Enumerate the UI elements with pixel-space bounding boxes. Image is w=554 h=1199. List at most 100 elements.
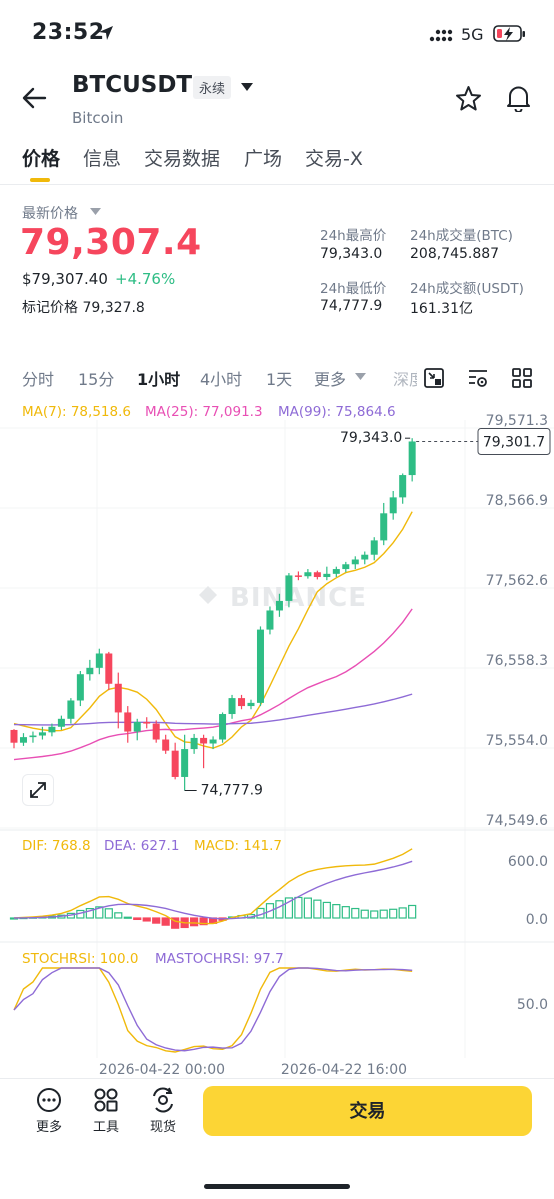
spot-label: 现货 [149, 1120, 176, 1135]
more-label: 更多 [35, 1120, 62, 1135]
network-type: 5G [461, 25, 484, 44]
macd-histogram-bar [190, 917, 199, 927]
symbol-dropdown-icon[interactable] [240, 82, 254, 92]
tab-info[interactable]: 信息 [83, 144, 121, 171]
latest-price-label[interactable]: 最新价格 [22, 203, 78, 223]
candle-body [152, 723, 160, 740]
candle-body [105, 653, 113, 684]
fullscreen-button[interactable] [22, 774, 54, 806]
tools-label: 工具 [92, 1120, 119, 1135]
candle-body [238, 698, 246, 707]
usd-price: $79,307.40 [22, 270, 108, 288]
candle-body [389, 497, 397, 514]
latest-price-dropdown-icon[interactable] [90, 208, 101, 216]
favorite-star-icon[interactable] [455, 85, 482, 112]
candle-body [294, 575, 302, 577]
macd-histogram-bar [123, 916, 132, 919]
interval-depth[interactable]: 深度 [393, 366, 417, 390]
candle-body [181, 749, 189, 777]
interval-1d[interactable]: 1天 [266, 366, 292, 390]
candle-body [86, 667, 94, 675]
macd-histogram-bar [341, 906, 350, 919]
ma-lines [13, 511, 413, 761]
candle-body [114, 683, 122, 713]
candle-body [10, 729, 18, 743]
candle-body [256, 629, 264, 703]
candle-body [171, 750, 179, 777]
more-dropdown-icon[interactable] [355, 373, 366, 381]
macd-tick-label: 0.0 [526, 912, 548, 928]
tab-trading-data[interactable]: 交易数据 [144, 144, 220, 171]
macd-histogram-bar [370, 910, 379, 919]
candle-body [38, 732, 46, 736]
interval-1h[interactable]: 1小时 [137, 366, 180, 390]
watermark-logo [199, 586, 217, 604]
tools-button[interactable]: 工具 [84, 1087, 128, 1135]
candle-body [67, 700, 75, 719]
macd-panel: 600.0 0.0 [9, 848, 548, 929]
interval-more[interactable]: 更多 [314, 366, 346, 390]
trade-button[interactable]: 交易 [203, 1086, 532, 1136]
interval-4h[interactable]: 4小时 [200, 366, 242, 390]
spot-button[interactable]: 现货 [141, 1087, 185, 1135]
tools-grid-icon [94, 1088, 118, 1112]
candle-body [95, 653, 103, 668]
mastochrsi-legend: MASTOCHRSI: 97.7 [155, 951, 284, 967]
layout-grid-icon[interactable] [511, 367, 533, 389]
time-axis-label: 2026-04-22 16:00 [281, 1062, 407, 1075]
back-arrow-icon[interactable] [22, 86, 48, 110]
candle-body [361, 554, 369, 560]
more-button[interactable]: 更多 [27, 1087, 71, 1135]
interval-15m[interactable]: 15分 [78, 366, 114, 390]
candle-body [304, 572, 312, 577]
macd-histogram-bar [351, 907, 360, 919]
status-bar: 23:52 5G [0, 0, 554, 70]
candle-body [275, 600, 283, 611]
symbol-title[interactable]: BTCUSDT [72, 72, 192, 98]
indicator-settings-icon[interactable] [467, 367, 489, 389]
current-price-label: 79,301.7 [483, 434, 545, 450]
chart-type-icon[interactable] [423, 367, 445, 389]
dea-legend: DEA: 627.1 [104, 838, 180, 854]
low-marker-label: 74,777.9 [201, 782, 263, 798]
tab-square[interactable]: 广场 [244, 144, 282, 171]
expand-icon [30, 782, 46, 798]
notification-bell-icon[interactable] [505, 84, 532, 112]
macd-histogram-bar [142, 917, 151, 922]
stochrsi-panel: 50.0 [13, 967, 548, 1053]
candle-body [219, 714, 227, 740]
location-arrow-icon [99, 26, 113, 40]
candle-body [228, 698, 236, 715]
macd-histogram-bar [161, 917, 170, 926]
interval-bar: 分时 15分 1小时 4小时 1天 更多 深度 [0, 366, 554, 392]
mastochrsi-line [13, 967, 413, 1052]
macd-histogram-bar [294, 896, 303, 919]
macd-histogram-bar [114, 912, 123, 919]
interval-time[interactable]: 分时 [22, 366, 54, 390]
price-tick-label: 76,558.3 [486, 653, 548, 669]
candle-body [380, 513, 388, 541]
volume-btc-value: 208,745.887 [410, 246, 500, 262]
candle-body [266, 610, 274, 630]
candle-body [48, 726, 56, 733]
candle-body [57, 718, 65, 727]
tab-price[interactable]: 价格 [22, 144, 60, 171]
low-24h-label: 24h最低价 [320, 281, 387, 297]
macd-histogram-bar [104, 908, 113, 919]
high-marker-label: 79,343.0 [340, 430, 402, 446]
volume-usdt-label: 24h成交额(USDT) [410, 281, 524, 297]
macd-histogram-bar [360, 909, 369, 919]
candle-body [133, 721, 141, 732]
stochrsi-line [13, 967, 413, 1053]
last-price: 79,307.4 [20, 222, 202, 263]
high-24h-label: 24h最高价 [320, 228, 387, 244]
macd-histogram-bar [408, 904, 417, 919]
macd-histogram-bar [398, 907, 407, 919]
price-tick-label: 74,549.6 [486, 813, 548, 829]
stoch-tick-label: 50.0 [517, 997, 548, 1013]
macd-histogram-bar [303, 897, 312, 919]
tab-trade-x[interactable]: 交易-X [305, 144, 363, 171]
price-change-percent: +4.76% [115, 270, 176, 288]
price-chart[interactable]: BINANCE 79,571.3 78,566.9 77,562.6 76,558.3… [0, 395, 554, 1075]
macd-tick-label: 600.0 [508, 854, 548, 870]
